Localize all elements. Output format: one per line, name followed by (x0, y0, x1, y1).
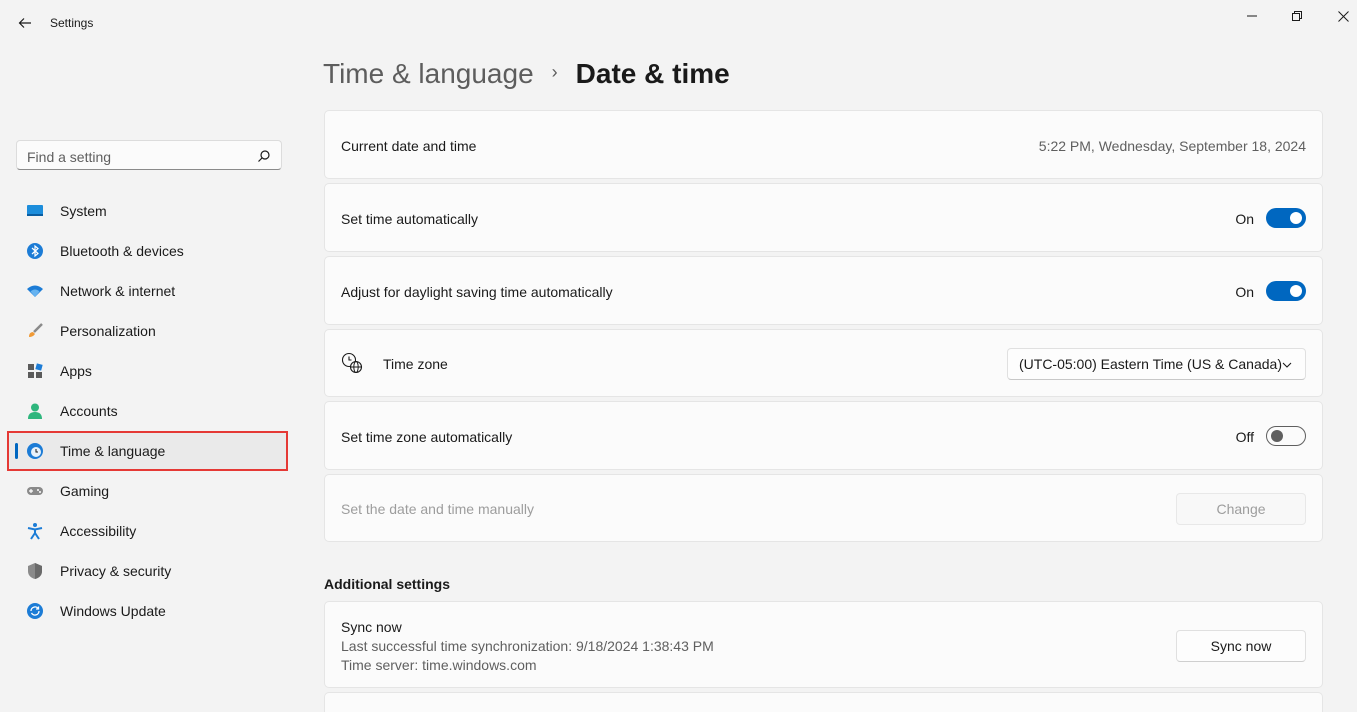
time-server-text: Time server: time.windows.com (341, 657, 537, 673)
current-datetime-card: Current date and time 5:22 PM, Wednesday… (324, 110, 1323, 179)
sidebar-item-label: System (60, 203, 107, 219)
sidebar-item-accounts[interactable]: Accounts (8, 393, 288, 429)
set-time-auto-toggle[interactable] (1266, 208, 1306, 228)
brush-icon (29, 323, 43, 337)
daylight-saving-card: Adjust for daylight saving time automati… (324, 256, 1323, 325)
restore-icon (1292, 11, 1302, 21)
set-time-auto-card: Set time automatically On (324, 183, 1323, 252)
sidebar-item-privacy[interactable]: Privacy & security (8, 553, 288, 589)
toggle-knob (1290, 212, 1302, 224)
time-zone-dropdown[interactable]: (UTC-05:00) Eastern Time (US & Canada) (1007, 348, 1306, 380)
minimize-button[interactable] (1237, 6, 1267, 26)
toggle-knob (1271, 430, 1283, 442)
account-icon (28, 403, 42, 419)
daylight-saving-label: Adjust for daylight saving time automati… (341, 284, 613, 300)
sidebar-item-label: Privacy & security (60, 563, 172, 579)
sidebar-item-label: Network & internet (60, 283, 176, 299)
sidebar-item-windows-update[interactable]: Windows Update (8, 593, 288, 629)
current-datetime-label: Current date and time (341, 138, 477, 154)
search-icon[interactable] (257, 149, 271, 163)
next-card-partial (324, 692, 1323, 712)
shield-icon (28, 563, 42, 579)
close-button[interactable] (1328, 6, 1357, 26)
time-zone-auto-label: Set time zone automatically (341, 429, 513, 445)
daylight-saving-state: On (1235, 284, 1254, 300)
set-time-auto-state: On (1235, 211, 1254, 227)
sidebar-nav: System Bluetooth & devices Network & int… (8, 193, 288, 633)
sidebar-item-bluetooth[interactable]: Bluetooth & devices (8, 233, 288, 269)
daylight-saving-toggle[interactable] (1266, 281, 1306, 301)
close-icon (1337, 10, 1349, 22)
set-time-auto-label: Set time automatically (341, 211, 478, 227)
sidebar-item-personalization[interactable]: Personalization (8, 313, 288, 349)
sidebar-item-label: Accounts (60, 403, 118, 419)
sidebar-item-label: Bluetooth & devices (60, 243, 184, 259)
sync-label: Sync now (341, 619, 402, 635)
sidebar-item-label: Accessibility (60, 523, 137, 539)
sidebar-item-gaming[interactable]: Gaming (8, 473, 288, 509)
sync-card: Sync now Last successful time synchroniz… (324, 601, 1323, 688)
time-zone-selected-value: (UTC-05:00) Eastern Time (US & Canada) (1019, 356, 1282, 372)
sidebar-item-label: Apps (60, 363, 92, 379)
sidebar-item-accessibility[interactable]: Accessibility (8, 513, 288, 549)
sync-now-button[interactable]: Sync now (1176, 630, 1306, 662)
bluetooth-icon (27, 243, 43, 259)
selection-highlight-box (7, 431, 288, 471)
breadcrumb-parent-link[interactable]: Time & language (323, 58, 534, 90)
sidebar-item-label: Windows Update (60, 603, 166, 619)
chevron-down-icon (1282, 362, 1292, 368)
app-title: Settings (50, 16, 94, 30)
time-zone-auto-toggle[interactable] (1266, 426, 1306, 446)
search-input[interactable]: Find a setting (27, 149, 111, 165)
breadcrumb-separator: › (551, 61, 558, 82)
time-zone-card: Time zone (UTC-05:00) Eastern Time (US &… (324, 329, 1323, 397)
sidebar-item-label: Personalization (60, 323, 156, 339)
sidebar-item-system[interactable]: System (8, 193, 288, 229)
sidebar-item-apps[interactable]: Apps (8, 353, 288, 389)
change-button[interactable]: Change (1176, 493, 1306, 525)
page-title: Date & time (575, 58, 730, 89)
back-button[interactable] (14, 12, 36, 34)
gamepad-icon (27, 487, 43, 495)
current-datetime-value: 5:22 PM, Wednesday, September 18, 2024 (1038, 138, 1306, 154)
clock-globe-icon (341, 352, 363, 374)
toggle-knob (1290, 285, 1302, 297)
sidebar-item-label: Gaming (60, 483, 110, 499)
wifi-icon (27, 285, 43, 297)
last-sync-text: Last successful time synchronization: 9/… (341, 638, 714, 654)
restore-button[interactable] (1282, 6, 1312, 26)
time-zone-auto-state: Off (1235, 429, 1254, 445)
title-bar: Settings (0, 0, 1357, 46)
accessibility-icon (27, 523, 43, 540)
apps-icon (28, 363, 43, 378)
breadcrumb: Time & language › Date & time (323, 58, 730, 90)
update-icon (27, 603, 43, 619)
time-zone-label: Time zone (383, 356, 448, 372)
back-arrow-icon (18, 18, 31, 28)
system-icon (27, 205, 43, 216)
time-zone-auto-card: Set time zone automatically Off (324, 401, 1323, 470)
manual-datetime-card: Set the date and time manually Change (324, 474, 1323, 542)
search-box[interactable]: Find a setting (16, 140, 282, 170)
sidebar-item-network[interactable]: Network & internet (8, 273, 288, 309)
additional-settings-heading: Additional settings (324, 576, 450, 592)
manual-datetime-label: Set the date and time manually (341, 501, 535, 517)
minimize-icon (1247, 15, 1257, 17)
